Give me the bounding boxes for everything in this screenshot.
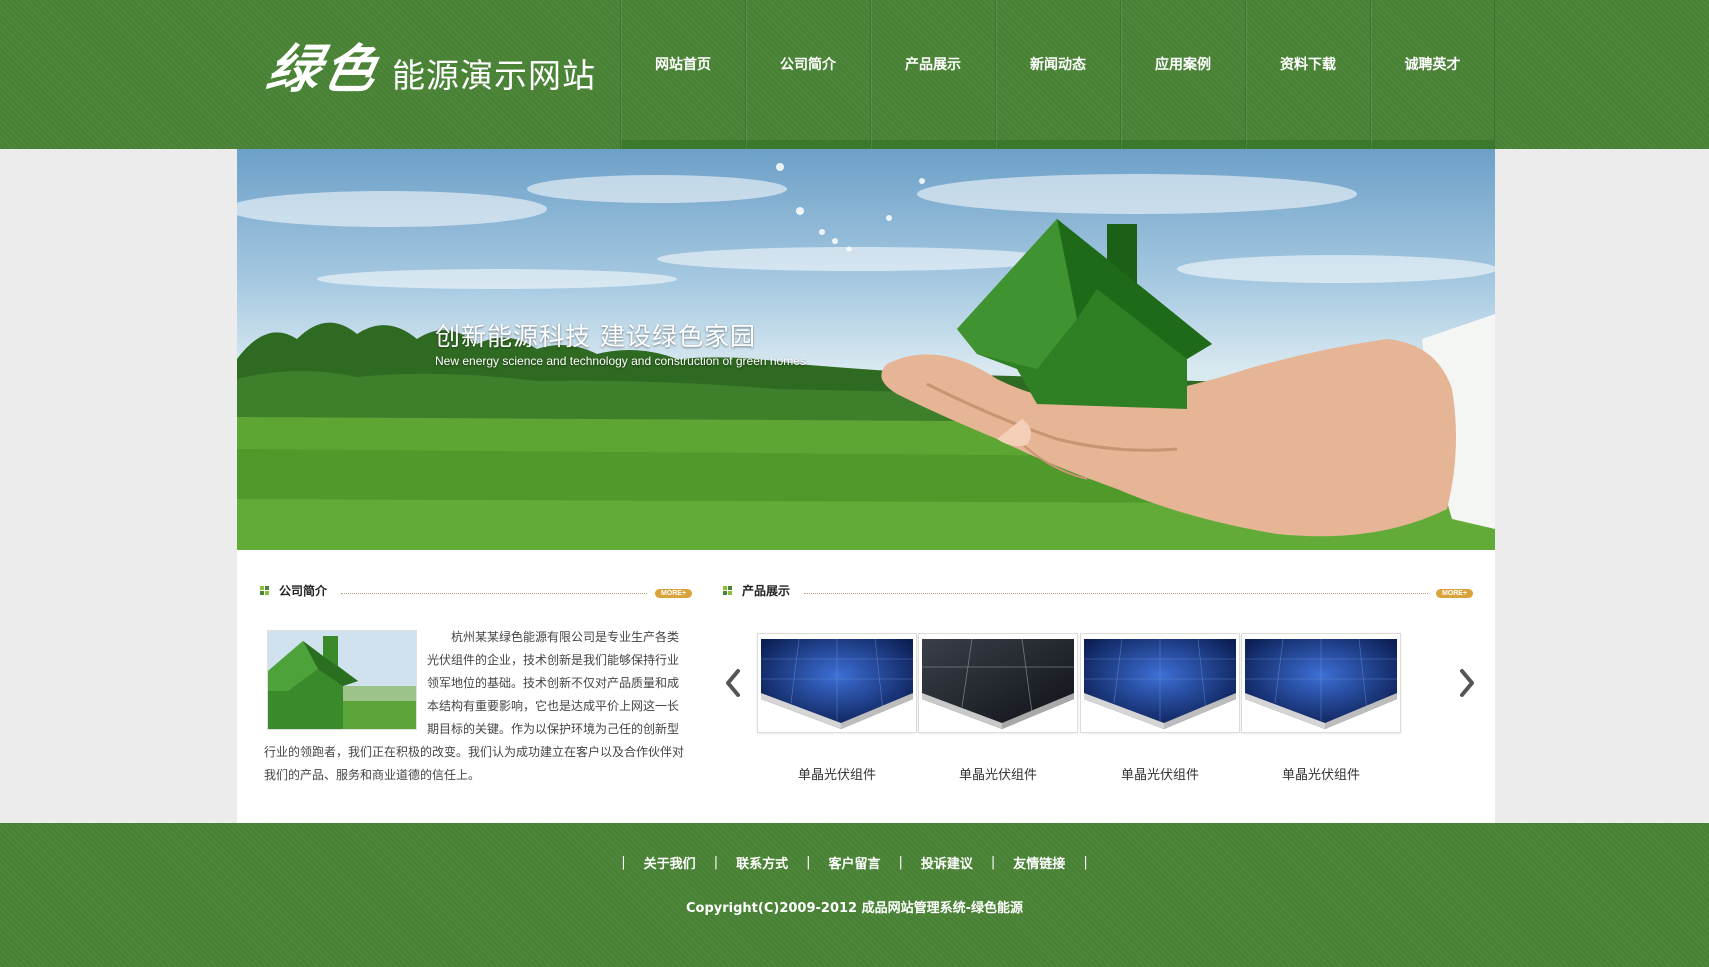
site-header: 绿色 能源演示网站 网站首页 公司简介 产品展示 新闻动态 应用案例 资料下载 … [0, 0, 1709, 149]
product-name[interactable]: 单晶光伏组件 [757, 764, 917, 783]
banner-slogan-english: New energy science and technology and co… [435, 354, 806, 368]
section-bullet-icon [723, 585, 732, 595]
product-name[interactable]: 单晶光伏组件 [918, 764, 1078, 783]
product-card[interactable]: 单晶光伏组件 [1080, 633, 1240, 783]
about-more-button[interactable]: MORE+ [655, 588, 692, 598]
about-description: 杭州某某绿色能源有限公司是专业生产各类光伏组件的企业，技术创新是我们能够保持行业… [264, 626, 684, 787]
footer-links: | 关于我们 | 联系方式 | 客户留言 | 投诉建议 | 友情链接 | [0, 853, 1709, 872]
product-image [918, 633, 1078, 733]
footer-separator: | [990, 855, 996, 870]
footer-separator: | [713, 855, 719, 870]
products-section-header: 产品展示 MORE+ [723, 580, 1473, 600]
about-section-title: 公司简介 [279, 583, 328, 598]
products-section-title: 产品展示 [742, 583, 791, 598]
site-logo[interactable]: 绿色 能源演示网站 [262, 38, 597, 100]
nav-item-about[interactable]: 公司简介 [745, 0, 870, 149]
footer-separator: | [898, 855, 903, 870]
main-nav: 网站首页 公司简介 产品展示 新闻动态 应用案例 资料下载 诚聘英才 [620, 0, 1495, 149]
section-divider [804, 592, 1428, 594]
footer-link-contact[interactable]: 联系方式 [736, 853, 788, 872]
product-name[interactable]: 单晶光伏组件 [1080, 764, 1240, 783]
nav-item-cases[interactable]: 应用案例 [1120, 0, 1245, 149]
banner-illustration [237, 163, 1495, 550]
nav-item-home[interactable]: 网站首页 [620, 0, 745, 149]
footer-separator: | [806, 855, 811, 870]
about-section-header: 公司简介 MORE+ [260, 580, 692, 600]
footer-separator: | [621, 855, 626, 870]
product-image [1241, 633, 1401, 733]
section-bullet-icon [260, 585, 269, 595]
products-more-button[interactable]: MORE+ [1436, 588, 1473, 598]
footer-link-feedback[interactable]: 投诉建议 [921, 853, 973, 872]
product-image [757, 633, 917, 733]
copyright-text: Copyright(C)2009-2012 成品网站管理系统-绿色能源 [686, 901, 1023, 916]
banner-slogan: 创新能源科技 建设绿色家园 [435, 322, 756, 351]
chevron-left-icon[interactable] [724, 668, 742, 698]
site-footer: | 关于我们 | 联系方式 | 客户留言 | 投诉建议 | 友情链接 | Cop… [0, 823, 1709, 967]
nav-item-products[interactable]: 产品展示 [870, 0, 995, 149]
nav-item-news[interactable]: 新闻动态 [995, 0, 1120, 149]
footer-link-about-us[interactable]: 关于我们 [644, 853, 696, 872]
hero-banner: 创新能源科技 建设绿色家园 New energy science and tec… [237, 149, 1495, 550]
product-card[interactable]: 单晶光伏组件 [1241, 633, 1401, 783]
section-divider [341, 592, 647, 594]
product-card[interactable]: 单晶光伏组件 [757, 633, 917, 783]
main-content: 公司简介 MORE+ 杭州某某绿色能源有限公司是专业生产各类光伏组件的企业，技术… [237, 550, 1495, 823]
product-name[interactable]: 单晶光伏组件 [1241, 764, 1401, 783]
nav-item-careers[interactable]: 诚聘英才 [1370, 0, 1495, 149]
footer-link-friend-links[interactable]: 友情链接 [1013, 853, 1065, 872]
chevron-right-icon[interactable] [1458, 668, 1476, 698]
product-card[interactable]: 单晶光伏组件 [918, 633, 1078, 783]
footer-link-guestbook[interactable]: 客户留言 [828, 853, 880, 872]
logo-script-text: 绿色 [261, 39, 387, 100]
product-image [1080, 633, 1240, 733]
footer-separator: | [1083, 855, 1088, 870]
logo-title-text: 能源演示网站 [392, 56, 597, 95]
nav-item-downloads[interactable]: 资料下载 [1245, 0, 1370, 149]
